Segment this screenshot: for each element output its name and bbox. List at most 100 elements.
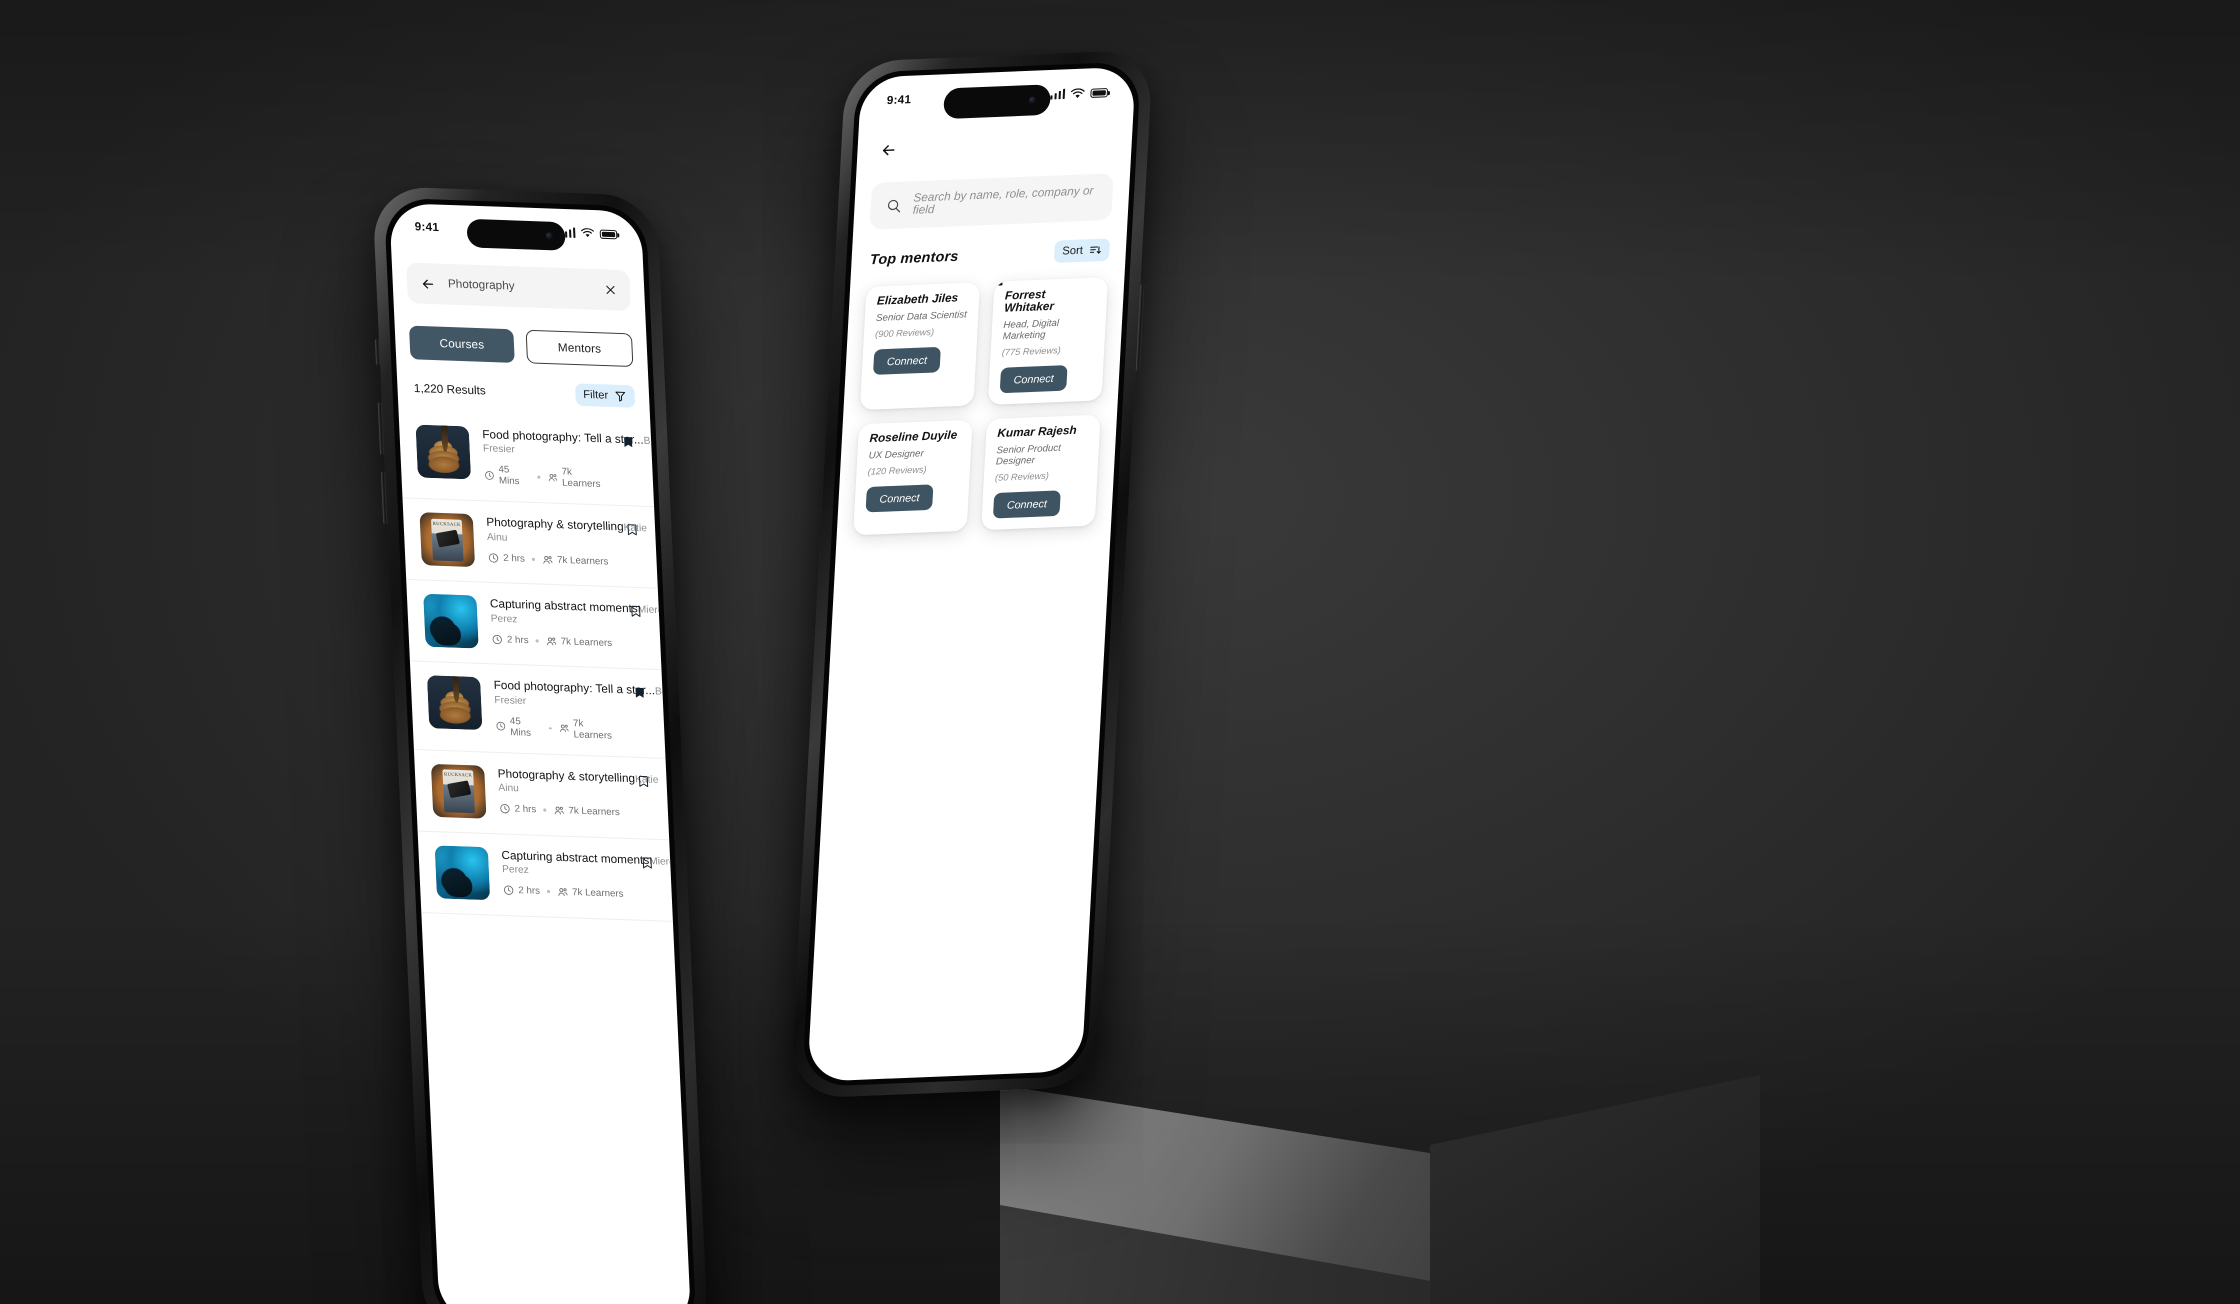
course-meta: 2 hrs 7k Learners <box>491 633 617 649</box>
bookmark-icon[interactable] <box>621 432 635 451</box>
funnel-filter-icon <box>615 391 626 402</box>
mentor-role: Senior Product Designer <box>995 442 1062 468</box>
course-duration-label: 45 Mins <box>498 464 520 488</box>
course-duration-label: 45 Mins <box>509 715 532 739</box>
bookmark-icon[interactable] <box>640 852 654 871</box>
bookmark-icon[interactable] <box>629 601 643 620</box>
tab-mentors[interactable]: Mentors <box>525 329 634 368</box>
course-info: Food photography: Tell a stor...Bessie F… <box>493 678 686 742</box>
bookmark-icon[interactable] <box>625 520 639 539</box>
cellular-signal-icon <box>1049 89 1066 100</box>
course-duration: 2 hrs <box>499 803 537 816</box>
phone-bezel: 9:41 Photography Courses Mentors 1,220 R… <box>383 197 697 1304</box>
course-title: Photography & storytelling <box>486 516 624 534</box>
battery-icon <box>599 229 618 239</box>
sort-button[interactable]: Sort <box>1053 238 1111 264</box>
course-list-item[interactable]: Capturing abstract momentsMiercoles Pere… <box>417 831 691 922</box>
mentor-reviews: (120 Reviews) <box>867 464 927 477</box>
course-meta: 45 Mins 7k Learners <box>495 715 622 742</box>
meta-separator-dot <box>537 475 541 479</box>
course-thumbnail <box>415 424 472 480</box>
bookmark-icon[interactable] <box>636 771 650 790</box>
mentor-reviews: (900 Reviews) <box>874 326 935 340</box>
connect-button[interactable]: Connect <box>992 490 1061 519</box>
status-indicators <box>1049 87 1109 101</box>
course-learners: 7k Learners <box>558 717 622 742</box>
course-meta: 2 hrs 7k Learners <box>488 552 614 568</box>
course-duration: 2 hrs <box>503 885 540 897</box>
connect-button[interactable]: Connect <box>865 484 934 513</box>
course-list: Food photography: Tell a stor...Bessie F… <box>398 410 691 1304</box>
mentor-card[interactable]: Elizabeth Jiles Senior Data Scientist (900… <box>859 282 981 411</box>
course-info: Photography & storytellingKatie Ainu 2 hr… <box>497 766 658 819</box>
status-time: 9:41 <box>414 221 440 235</box>
connect-button[interactable]: Connect <box>872 346 942 375</box>
course-learners-label: 7k Learners <box>571 886 624 900</box>
mentors-screen: 9:41 Search by name, role, company or fi… <box>807 66 1136 1082</box>
phone-silent-switch[interactable] <box>374 338 381 366</box>
course-list-item[interactable]: Food photography: Tell a stor...Bessie F… <box>409 661 686 759</box>
wifi-icon <box>581 228 594 238</box>
search-query-value: Photography <box>447 278 515 293</box>
course-meta: 45 Mins 7k Learners <box>484 464 611 491</box>
course-thumbnail: RUCKSACK <box>419 512 476 568</box>
meta-separator-dot <box>549 726 552 730</box>
tab-courses[interactable]: Courses <box>408 325 515 363</box>
mentor-role: Senior Data Scientist <box>875 309 968 325</box>
course-learners: 7k Learners <box>541 554 609 567</box>
bookmark-icon[interactable] <box>632 683 646 702</box>
status-indicators <box>560 227 618 239</box>
camera-shape <box>435 529 460 548</box>
meta-separator-dot <box>535 639 539 642</box>
mentor-name: Kumar Rajesh <box>997 424 1077 441</box>
page-title: Top mentors <box>869 247 960 268</box>
mentor-reviews: (775 Reviews) <box>1001 345 1062 358</box>
course-thumbnail <box>423 594 479 649</box>
course-duration-label: 2 hrs <box>518 885 541 898</box>
course-duration-label: 2 hrs <box>506 634 529 646</box>
meta-separator-dot <box>531 557 535 561</box>
course-learners: 7k Learners <box>553 805 621 819</box>
connect-button[interactable]: Connect <box>999 365 1068 394</box>
course-info: Food photography: Tell a stor...Bessie F… <box>482 427 675 491</box>
course-list-item[interactable]: RUCKSACK Photography & storytellingKatie … <box>402 498 658 590</box>
camera-shape <box>446 780 471 799</box>
back-arrow-icon[interactable] <box>420 276 436 292</box>
course-info: Capturing abstract momentsMiercoles Pere… <box>490 596 682 649</box>
filter-label: Filter <box>582 388 609 402</box>
search-input[interactable]: Search by name, role, company or field <box>869 173 1114 230</box>
course-list-item[interactable]: Food photography: Tell a stor...Bessie F… <box>398 410 675 508</box>
course-list-item[interactable]: RUCKSACK Photography & storytellingKatie … <box>413 749 670 841</box>
course-thumbnail <box>426 675 483 731</box>
course-thumbnail-label: RUCKSACK <box>443 771 473 778</box>
meta-separator-dot <box>543 808 547 812</box>
results-header: 1,220 Results Filter <box>413 375 636 411</box>
mentor-name: Roseline Duyile <box>869 429 958 446</box>
course-meta: 2 hrs 7k Learners <box>499 803 625 819</box>
close-x-icon[interactable] <box>604 284 617 297</box>
course-learners: 7k Learners <box>547 466 611 491</box>
course-list-item[interactable]: Capturing abstract momentsMiercoles Pere… <box>406 580 682 671</box>
segmented-control: Courses Mentors <box>408 325 634 368</box>
mentor-card[interactable]: Kumar Rajesh Senior Product Designer (50 R… <box>981 414 1101 531</box>
course-duration-label: 2 hrs <box>514 803 537 816</box>
course-learners: 7k Learners <box>557 886 624 900</box>
mentors-phone: 9:41 Search by name, role, company or fi… <box>789 49 1154 1099</box>
mentor-card[interactable]: Forrest Whitaker Head, Digital Marketing (… <box>987 277 1109 405</box>
search-bar[interactable]: Photography <box>406 262 631 312</box>
course-duration-label: 2 hrs <box>503 552 526 565</box>
status-time: 9:41 <box>886 93 912 108</box>
course-duration: 2 hrs <box>491 633 529 646</box>
filter-button[interactable]: Filter <box>574 383 636 408</box>
course-thumbnail-label: RUCKSACK <box>432 520 461 527</box>
phone-bezel: 9:41 Search by name, role, company or fi… <box>801 61 1142 1088</box>
search-phone: 9:41 Photography Courses Mentors 1,220 R… <box>372 186 709 1304</box>
mentor-card[interactable]: Roseline Duyile UX Designer (120 Reviews) C… <box>853 419 973 536</box>
course-learners-label: 7k Learners <box>568 805 621 819</box>
results-count: 1,220 Results <box>413 382 487 398</box>
back-arrow-icon[interactable] <box>880 141 898 159</box>
mentor-name: Elizabeth Jiles <box>876 292 959 308</box>
course-meta: 2 hrs 7k Learners <box>503 885 629 901</box>
mentor-grid: Elizabeth Jiles Senior Data Scientist (900… <box>853 277 1109 536</box>
course-learners: 7k Learners <box>545 635 612 649</box>
